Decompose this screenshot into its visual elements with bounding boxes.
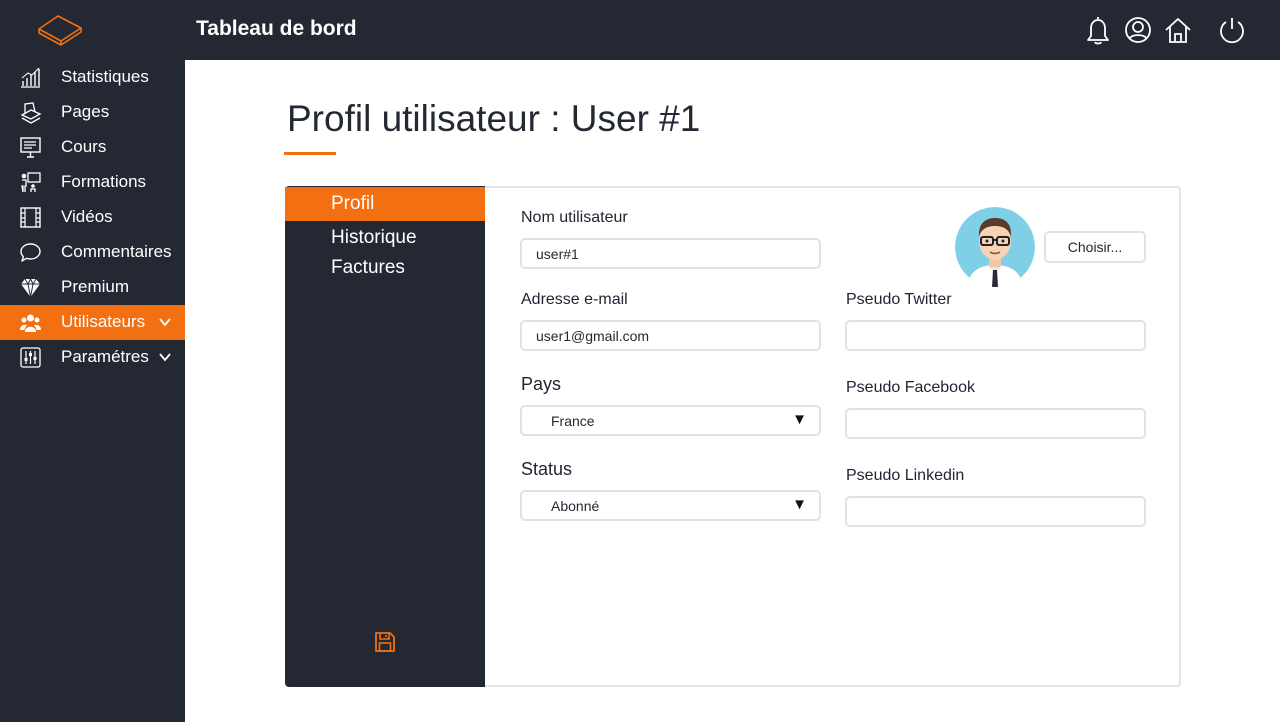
sidebar-item-formations[interactable]: Formations [0, 165, 185, 200]
status-select[interactable]: Abonné ▼ [520, 490, 821, 521]
bell-icon[interactable] [1083, 14, 1113, 46]
sidebar: Statistiques Pages Cours Formations Vidé… [0, 60, 185, 722]
sidebar-item-parametres[interactable]: Paramétres [0, 340, 185, 375]
twitter-label: Pseudo Twitter [846, 291, 952, 308]
tab-label: Historique [331, 227, 417, 248]
comment-icon [19, 241, 42, 264]
sidebar-item-label: Vidéos [61, 207, 113, 226]
country-select[interactable]: France ▼ [520, 405, 821, 436]
app-title: Tableau de bord [196, 17, 357, 40]
home-icon[interactable] [1163, 14, 1193, 46]
diamond-icon [19, 276, 42, 299]
chevron-down-icon[interactable] [158, 350, 172, 364]
chart-icon [19, 66, 42, 89]
linkedin-label: Pseudo Linkedin [846, 467, 965, 484]
sidebar-item-premium[interactable]: Premium [0, 270, 185, 305]
sidebar-item-label: Pages [61, 102, 110, 121]
sidebar-item-label: Utilisateurs [61, 312, 146, 331]
linkedin-input[interactable] [845, 496, 1146, 527]
tab-label: Factures [331, 257, 405, 278]
top-bar: Tableau de bord [0, 0, 1280, 60]
facebook-label: Pseudo Facebook [846, 379, 975, 396]
sidebar-item-statistiques[interactable]: Statistiques [0, 60, 185, 95]
username-input[interactable] [520, 238, 821, 269]
user-icon[interactable] [1123, 14, 1153, 46]
tab-label: Profil [331, 193, 375, 214]
profile-tabs-panel: Profil Historique Factures [285, 186, 485, 687]
sidebar-item-cours[interactable]: Cours [0, 130, 185, 165]
twitter-input[interactable] [845, 320, 1146, 351]
sidebar-item-label: Statistiques [61, 67, 149, 86]
sliders-icon [19, 346, 42, 369]
status-label: Status [521, 459, 573, 479]
training-icon [19, 171, 42, 194]
chevron-down-icon[interactable] [158, 315, 172, 329]
choose-avatar-button[interactable]: Choisir... [1044, 231, 1146, 263]
title-underline [284, 152, 336, 155]
tab-historique[interactable]: Historique [285, 221, 485, 255]
status-value: Abonné [551, 498, 600, 514]
sidebar-item-label: Formations [61, 172, 147, 191]
username-label: Nom utilisateur [521, 209, 628, 226]
avatar [955, 207, 1035, 287]
sidebar-item-utilisateurs[interactable]: Utilisateurs [0, 305, 185, 340]
sidebar-item-label: Commentaires [61, 242, 172, 261]
pages-icon [19, 101, 42, 124]
dropdown-arrow-icon: ▼ [792, 496, 807, 513]
page-title: Profil utilisateur : User #1 [287, 98, 701, 139]
book-logo-icon[interactable] [36, 12, 84, 48]
presentation-icon [19, 136, 42, 159]
country-label: Pays [521, 374, 562, 394]
sidebar-item-commentaires[interactable]: Commentaires [0, 235, 185, 270]
sidebar-item-label: Premium [61, 277, 130, 296]
sidebar-item-videos[interactable]: Vidéos [0, 200, 185, 235]
country-value: France [551, 413, 595, 429]
facebook-input[interactable] [845, 408, 1146, 439]
sidebar-item-label: Cours [61, 137, 107, 156]
sidebar-item-label: Paramétres [61, 347, 149, 366]
email-input[interactable] [520, 320, 821, 351]
sidebar-item-pages[interactable]: Pages [0, 95, 185, 130]
users-icon [19, 311, 42, 334]
power-icon[interactable] [1217, 14, 1247, 46]
tab-profil[interactable]: Profil [285, 187, 485, 221]
tab-factures[interactable]: Factures [285, 251, 485, 285]
film-icon [19, 206, 42, 229]
save-icon[interactable] [374, 631, 396, 653]
email-label: Adresse e-mail [521, 291, 628, 308]
dropdown-arrow-icon: ▼ [792, 411, 807, 428]
